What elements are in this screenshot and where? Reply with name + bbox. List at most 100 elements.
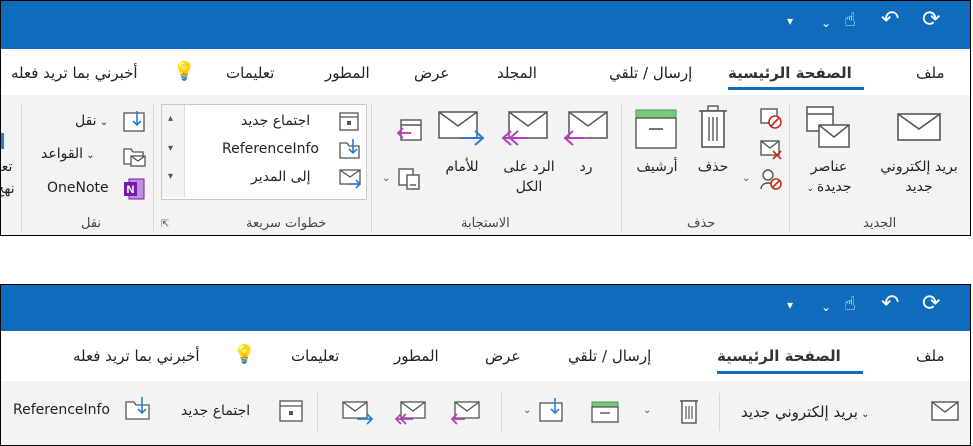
delete-button[interactable]: حذف (693, 157, 733, 177)
chevron-down-icon[interactable]: ⌄ (742, 173, 750, 184)
quick-step-to-manager[interactable]: إلى المدير (251, 169, 311, 185)
new-items-label-line1: عناصر (810, 159, 848, 175)
to-manager-icon (339, 169, 362, 189)
tab-developer[interactable]: المطور (394, 347, 439, 365)
new-email-icon (931, 401, 959, 421)
lightbulb-icon: 💡 (233, 344, 256, 365)
rules-icon (123, 148, 146, 167)
reply-all-label-line2: الكل (515, 179, 543, 195)
chevron-down-icon[interactable]: ⌄ (821, 297, 831, 317)
meeting-reply-icon (396, 119, 422, 141)
new-items-icon (806, 106, 850, 148)
group-label-new: الجديد (863, 216, 897, 231)
group-separator (719, 393, 720, 431)
group-separator (621, 103, 622, 231)
reply-all-label-line1: الرد على (503, 159, 555, 175)
scroll-down-icon[interactable]: ▾ (168, 143, 173, 154)
new-email-button[interactable]: بريد إلكتروني جديد (867, 157, 970, 197)
refresh-icon[interactable]: ⟳ (922, 293, 940, 315)
forward-icon (342, 401, 374, 425)
tab-send-receive[interactable]: إرسال / تلقي (609, 64, 692, 82)
onenote-button[interactable]: OneNote (47, 180, 109, 196)
touch-mode-icon[interactable]: ☝ (844, 294, 856, 314)
partial-label-line1: تعا (1, 159, 13, 175)
quick-step-reference-info[interactable]: ReferenceInfo (222, 141, 319, 157)
move-label: نقل (75, 113, 97, 129)
chevron-down-icon: ⌄ (83, 150, 95, 161)
scroll-up-icon[interactable]: ▴ (168, 113, 173, 124)
tell-me-search[interactable]: أخبرني بما تريد فعله (11, 64, 138, 82)
new-email-button[interactable]: ⌄ بريد إلكتروني جديد (741, 403, 870, 421)
reply-all-button[interactable]: الرد على الكل (495, 157, 563, 197)
tab-help[interactable]: تعليمات (291, 347, 339, 365)
new-email-label: بريد إلكتروني جديد (741, 403, 858, 421)
tab-file[interactable]: ملف (916, 64, 945, 82)
reply-icon (563, 111, 608, 146)
group-separator (153, 103, 154, 231)
active-tab-underline (728, 87, 864, 90)
chevron-down-icon[interactable]: ⌄ (821, 13, 831, 33)
customize-qat-dropdown-icon[interactable]: ▾ (787, 11, 793, 31)
forward-button[interactable]: للأمام (435, 157, 489, 177)
tab-view[interactable]: عرض (485, 347, 520, 365)
chevron-down-icon[interactable]: ⌄ (523, 405, 531, 416)
chevron-down-icon[interactable]: ⌄ (382, 173, 390, 184)
group-separator (501, 393, 502, 431)
group-label-move: نقل (81, 216, 102, 231)
forward-icon (438, 111, 485, 146)
tab-developer[interactable]: المطور (325, 64, 370, 82)
lightbulb-icon: 💡 (173, 61, 196, 82)
reply-all-icon (501, 111, 548, 146)
more-respond-icon (398, 168, 420, 190)
gallery-more-icon[interactable]: ▾ (168, 171, 173, 182)
delete-icon (699, 105, 727, 148)
quick-step-new-meeting[interactable]: اجتماع جديد (241, 113, 310, 129)
touch-mode-icon[interactable]: ☝ (844, 10, 856, 30)
rules-button[interactable]: ⌄ القواعد (41, 146, 95, 162)
rules-label: القواعد (41, 146, 84, 162)
junk-icon (760, 169, 782, 190)
onenote-icon: N (124, 178, 145, 200)
chevron-down-icon[interactable]: ⌄ (643, 405, 651, 416)
move-to-folder-icon (125, 397, 150, 420)
tab-home[interactable]: الصفحة الرئيسية (717, 347, 841, 365)
refresh-icon[interactable]: ⟳ (922, 9, 940, 31)
customize-qat-dropdown-icon[interactable]: ▾ (787, 295, 793, 315)
archive-button[interactable]: أرشيف (627, 157, 687, 177)
archive-icon (635, 109, 677, 149)
tab-send-receive[interactable]: إرسال / تلقي (568, 347, 651, 365)
undo-icon[interactable]: ↶ (881, 9, 899, 31)
classic-ribbon-window: ▾ ⌄ ☝ ↶ ⟳ ملف الصفحة الرئيسية إرسال / تل… (0, 0, 971, 236)
tab-folder[interactable]: المجلد (497, 64, 537, 82)
simplified-ribbon-window: ▾ ⌄ ☝ ↶ ⟳ ملف الصفحة الرئيسية إرسال / تل… (0, 284, 971, 446)
chevron-down-icon: ⌄ (806, 184, 817, 194)
tab-file[interactable]: ملف (916, 347, 945, 365)
move-button[interactable]: ⌄ نقل (75, 113, 108, 129)
chevron-down-icon: ⌄ (96, 117, 109, 128)
move-icon (539, 398, 563, 422)
group-label-quick-steps: خطوات سريعة (246, 216, 327, 231)
reply-button[interactable]: رد (571, 157, 601, 177)
group-separator (317, 393, 318, 431)
reference-info-button[interactable]: ReferenceInfo (13, 402, 110, 418)
calendar-icon (339, 112, 359, 131)
gallery-scroll-column (162, 105, 185, 197)
tab-help[interactable]: تعليمات (226, 64, 274, 82)
ignore-icon (760, 108, 782, 129)
new-meeting-button[interactable]: اجتماع جديد (181, 403, 250, 419)
undo-icon[interactable]: ↶ (881, 293, 899, 315)
partial-icon (1, 133, 4, 149)
move-to-folder-icon (339, 139, 360, 159)
tab-home[interactable]: الصفحة الرئيسية (728, 64, 852, 82)
new-items-label-text: جديدة (816, 179, 852, 195)
new-email-icon (897, 113, 941, 141)
new-email-label-line2: جديد (905, 179, 933, 195)
new-items-button[interactable]: عناصر جديدة ⌄ (797, 157, 861, 199)
tell-me-search[interactable]: أخبرني بما تريد فعله (73, 347, 200, 365)
archive-icon (591, 401, 619, 423)
new-items-label-line2: جديدة ⌄ (797, 177, 861, 199)
tab-view[interactable]: عرض (414, 64, 449, 82)
dialog-launcher-icon[interactable]: ⇱ (161, 219, 169, 230)
new-email-label-line1: بريد إلكتروني (880, 159, 958, 175)
calendar-icon (279, 400, 303, 422)
